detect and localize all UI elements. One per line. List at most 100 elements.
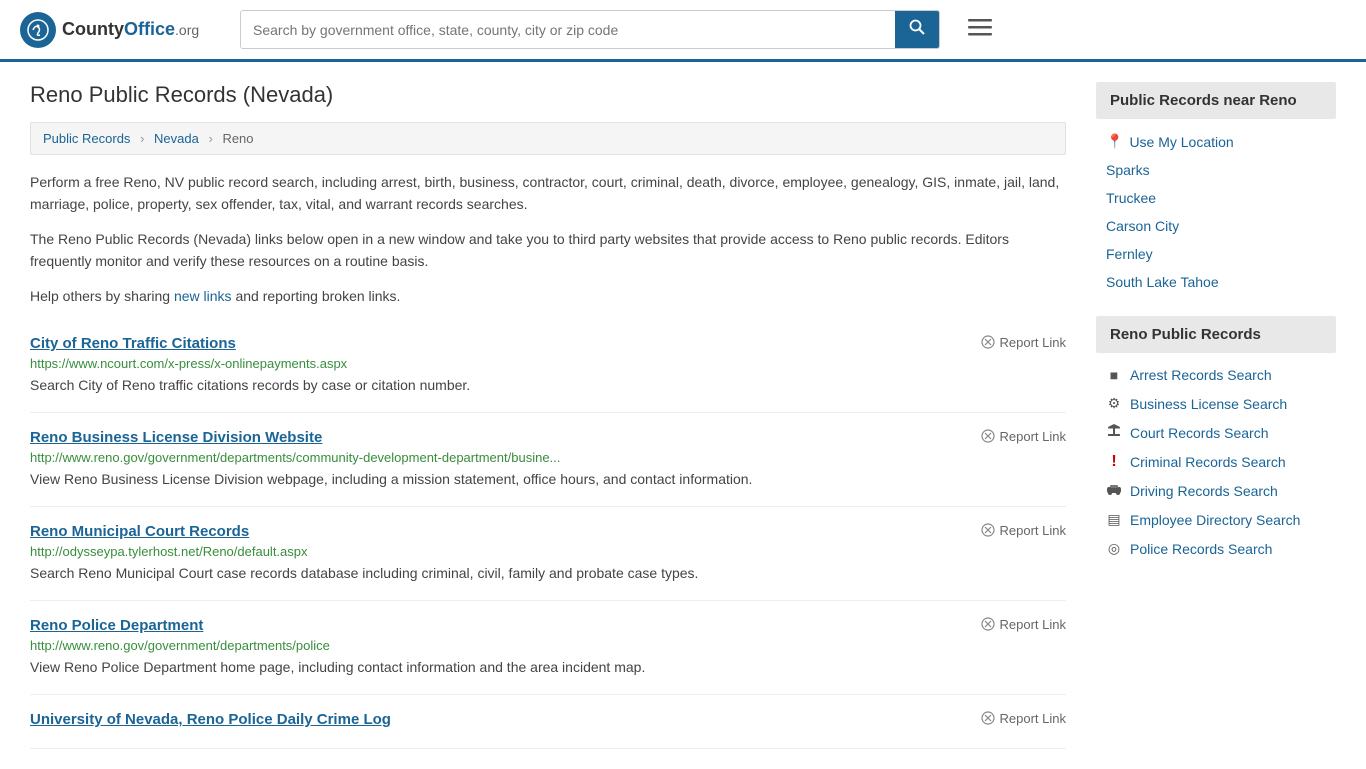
record-url[interactable]: http://odysseypa.tylerhost.net/Reno/defa… [30, 544, 1066, 559]
record-desc: Search Reno Municipal Court case records… [30, 563, 1066, 584]
description-para3: Help others by sharing new links and rep… [30, 285, 1066, 307]
sidebar-nearby-section: Public Records near Reno 📍 Use My Locati… [1096, 82, 1336, 296]
sidebar-record-driving[interactable]: Driving Records Search [1096, 477, 1336, 505]
logo-text: CountyOffice.org [62, 19, 199, 40]
breadcrumb-public-records[interactable]: Public Records [43, 131, 130, 146]
report-link-label: Report Link [1000, 429, 1066, 444]
employee-directory-link[interactable]: Employee Directory Search [1130, 512, 1300, 528]
report-link-button[interactable]: Report Link [981, 523, 1066, 538]
description-para3-after: and reporting broken links. [232, 288, 401, 304]
breadcrumb-sep-2: › [208, 131, 212, 146]
sidebar-record-court[interactable]: Court Records Search [1096, 418, 1336, 447]
fernley-link[interactable]: Fernley [1106, 246, 1153, 262]
sidebar-record-business-license[interactable]: ⚙ Business License Search [1096, 389, 1336, 418]
report-link-button[interactable]: Report Link [981, 617, 1066, 632]
record-header: Reno Municipal Court Records Report Link [30, 523, 1066, 540]
wrench-icon [981, 429, 995, 443]
police-icon: ◎ [1106, 540, 1122, 557]
business-license-icon: ⚙ [1106, 395, 1122, 412]
record-title[interactable]: University of Nevada, Reno Police Daily … [30, 711, 391, 728]
driving-icon [1106, 483, 1122, 499]
report-link-button[interactable]: Report Link [981, 335, 1066, 350]
sidebar-city-truckee[interactable]: Truckee [1096, 184, 1336, 212]
driving-records-link[interactable]: Driving Records Search [1130, 483, 1278, 499]
truckee-link[interactable]: Truckee [1106, 190, 1156, 206]
breadcrumb-reno: Reno [222, 131, 253, 146]
search-input[interactable] [241, 14, 895, 46]
report-link-label: Report Link [1000, 711, 1066, 726]
sidebar-record-police[interactable]: ◎ Police Records Search [1096, 534, 1336, 563]
record-item: Reno Business License Division Website R… [30, 413, 1066, 507]
record-title[interactable]: Reno Business License Division Website [30, 429, 322, 446]
court-icon [1106, 424, 1122, 441]
sidebar-use-location[interactable]: 📍 Use My Location [1096, 127, 1336, 156]
search-bar[interactable] [240, 10, 940, 49]
report-link-label: Report Link [1000, 617, 1066, 632]
criminal-icon: ! [1106, 453, 1122, 471]
menu-button[interactable] [960, 13, 1000, 47]
sidebar-city-carson[interactable]: Carson City [1096, 212, 1336, 240]
court-records-link[interactable]: Court Records Search [1130, 425, 1269, 441]
sidebar-record-employee[interactable]: ▤ Employee Directory Search [1096, 505, 1336, 534]
record-header: University of Nevada, Reno Police Daily … [30, 711, 1066, 728]
sidebar-reno-records-heading: Reno Public Records [1096, 316, 1336, 353]
description-para2: The Reno Public Records (Nevada) links b… [30, 228, 1066, 273]
record-url[interactable]: http://www.reno.gov/government/departmen… [30, 450, 1066, 465]
sidebar-city-sparks[interactable]: Sparks [1096, 156, 1336, 184]
location-pin-icon: 📍 [1106, 133, 1123, 150]
sidebar-nearby-heading: Public Records near Reno [1096, 82, 1336, 119]
record-item: City of Reno Traffic Citations Report Li… [30, 319, 1066, 413]
search-button[interactable] [895, 11, 939, 48]
record-item: Reno Police Department Report Link http:… [30, 601, 1066, 695]
breadcrumb-nevada[interactable]: Nevada [154, 131, 199, 146]
record-header: Reno Business License Division Website R… [30, 429, 1066, 446]
report-link-label: Report Link [1000, 335, 1066, 350]
sidebar-reno-records-section: Reno Public Records ■ Arrest Records Sea… [1096, 316, 1336, 563]
record-title[interactable]: City of Reno Traffic Citations [30, 335, 236, 352]
site-header: CountyOffice.org [0, 0, 1366, 62]
sidebar: Public Records near Reno 📍 Use My Locati… [1096, 82, 1336, 749]
description-para3-before: Help others by sharing [30, 288, 174, 304]
record-desc: View Reno Business License Division webp… [30, 469, 1066, 490]
carson-city-link[interactable]: Carson City [1106, 218, 1179, 234]
record-desc: Search City of Reno traffic citations re… [30, 375, 1066, 396]
sidebar-record-criminal[interactable]: ! Criminal Records Search [1096, 447, 1336, 477]
arrest-icon: ■ [1106, 367, 1122, 383]
page-title: Reno Public Records (Nevada) [30, 82, 1066, 108]
description-para1: Perform a free Reno, NV public record se… [30, 171, 1066, 216]
south-lake-tahoe-link[interactable]: South Lake Tahoe [1106, 274, 1219, 290]
employee-icon: ▤ [1106, 511, 1122, 528]
logo-icon [20, 12, 56, 48]
criminal-records-link[interactable]: Criminal Records Search [1130, 454, 1286, 470]
arrest-records-link[interactable]: Arrest Records Search [1130, 367, 1272, 383]
sparks-link[interactable]: Sparks [1106, 162, 1150, 178]
business-license-link[interactable]: Business License Search [1130, 396, 1287, 412]
sidebar-city-fernley[interactable]: Fernley [1096, 240, 1336, 268]
record-url[interactable]: http://www.reno.gov/government/departmen… [30, 638, 1066, 653]
sidebar-record-arrest[interactable]: ■ Arrest Records Search [1096, 361, 1336, 389]
report-link-label: Report Link [1000, 523, 1066, 538]
record-title[interactable]: Reno Municipal Court Records [30, 523, 249, 540]
content-area: Reno Public Records (Nevada) Public Reco… [30, 82, 1066, 749]
new-links-link[interactable]: new links [174, 288, 232, 304]
police-records-link[interactable]: Police Records Search [1130, 541, 1272, 557]
breadcrumb: Public Records › Nevada › Reno [30, 122, 1066, 155]
use-my-location-link[interactable]: Use My Location [1129, 134, 1233, 150]
main-container: Reno Public Records (Nevada) Public Reco… [0, 62, 1366, 769]
hamburger-icon [968, 19, 992, 37]
record-header: City of Reno Traffic Citations Report Li… [30, 335, 1066, 352]
search-icon [909, 19, 925, 35]
record-url[interactable]: https://www.ncourt.com/x-press/x-onlinep… [30, 356, 1066, 371]
wrench-icon [981, 711, 995, 725]
breadcrumb-sep-1: › [140, 131, 144, 146]
record-item: Reno Municipal Court Records Report Link… [30, 507, 1066, 601]
report-link-button[interactable]: Report Link [981, 711, 1066, 726]
wrench-icon [981, 523, 995, 537]
wrench-icon [981, 335, 995, 349]
report-link-button[interactable]: Report Link [981, 429, 1066, 444]
record-item: University of Nevada, Reno Police Daily … [30, 695, 1066, 749]
wrench-icon [981, 617, 995, 631]
record-title[interactable]: Reno Police Department [30, 617, 203, 634]
record-desc: View Reno Police Department home page, i… [30, 657, 1066, 678]
sidebar-city-south-lake-tahoe[interactable]: South Lake Tahoe [1096, 268, 1336, 296]
